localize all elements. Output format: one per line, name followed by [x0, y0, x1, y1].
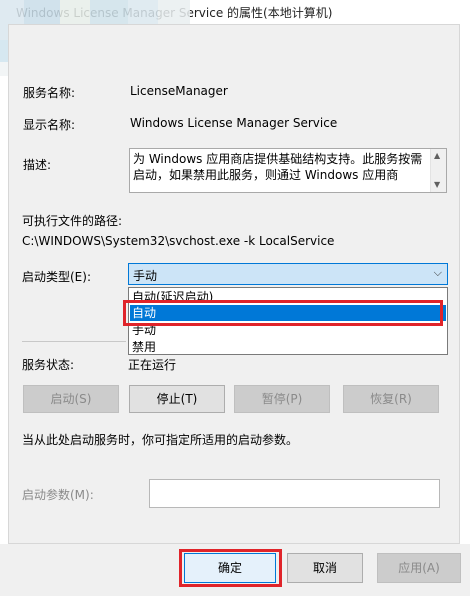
start-params-input[interactable]: [149, 479, 440, 508]
apply-button[interactable]: 应用(A): [377, 553, 461, 583]
window-title: Windows License Manager Service 的属性(本地计算…: [16, 6, 333, 20]
path-value: C:\WINDOWS\System32\svchost.exe -k Local…: [22, 234, 335, 248]
service-name-label: 服务名称:: [23, 86, 76, 100]
stop-button[interactable]: 停止(T): [129, 385, 225, 413]
startup-type-current: 手动: [133, 269, 158, 283]
description-scrollbar[interactable]: ▲ ▼: [430, 149, 446, 192]
startup-type-label: 启动类型(E):: [22, 270, 91, 284]
title-bar: Windows License Manager Service 的属性(本地计算…: [0, 0, 470, 76]
status-value: 正在运行: [128, 358, 177, 372]
description-text: 为 Windows 应用商店提供基础结构支持。此服务按需启动，如果禁用此服务，则…: [133, 152, 423, 182]
cancel-button[interactable]: 取消: [287, 553, 363, 583]
display-name-label: 显示名称:: [23, 118, 76, 132]
description-label: 描述:: [23, 158, 52, 172]
start-button[interactable]: 启动(S): [23, 385, 119, 413]
start-params-hint: 当从此处启动服务时，你可指定所适用的启动参数。: [22, 433, 299, 447]
startup-type-select[interactable]: 手动 ⌵: [128, 263, 448, 285]
display-name-value: Windows License Manager Service: [130, 116, 338, 130]
service-name-value: LicenseManager: [130, 84, 228, 98]
separator: [22, 341, 126, 342]
startup-option-disabled[interactable]: 禁用: [130, 339, 446, 355]
pause-button[interactable]: 暂停(P): [234, 385, 330, 413]
highlight-box-ok: [179, 549, 282, 587]
scroll-down-icon[interactable]: ▼: [434, 180, 440, 189]
chevron-down-icon[interactable]: ⌵: [434, 266, 442, 280]
start-params-label: 启动参数(M):: [22, 488, 94, 502]
highlight-box-auto: [123, 300, 443, 326]
resume-button[interactable]: 恢复(R): [343, 385, 439, 413]
description-textbox[interactable]: 为 Windows 应用商店提供基础结构支持。此服务按需启动，如果禁用此服务，则…: [129, 148, 447, 193]
status-label: 服务状态:: [22, 358, 75, 372]
path-label: 可执行文件的路径:: [22, 214, 123, 228]
scroll-up-icon[interactable]: ▲: [434, 151, 440, 160]
